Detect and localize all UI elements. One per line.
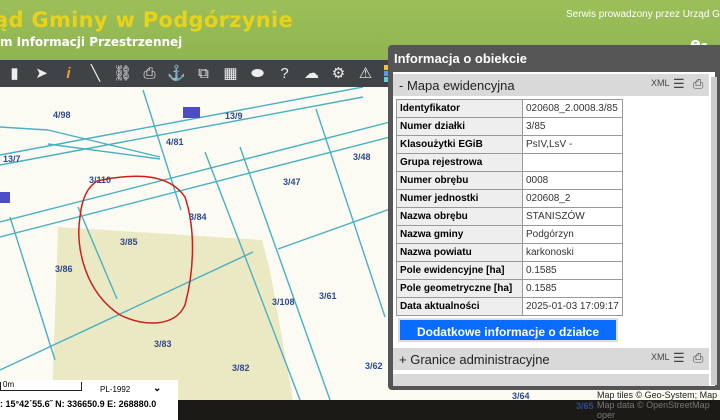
parcel-label: 3/84 (189, 212, 207, 222)
parcel-label: 3/47 (283, 177, 301, 187)
print-icon[interactable]: ⎙ (693, 76, 703, 92)
attribute-value (522, 153, 623, 172)
parcel-label: 4/98 (53, 110, 71, 120)
attribute-table: Identyfikator 020608_2.0008.3/85 Numer dzi… (396, 99, 623, 316)
parcel-label: 3/108 (272, 297, 295, 307)
attribution-data[interactable]: Map data © OpenStreetMap oper (597, 400, 720, 420)
attribute-name: Data aktualności (396, 297, 523, 316)
attribute-value: PsIV,LsV - (522, 135, 623, 154)
attribute-value: Podgórzyn (522, 225, 623, 244)
attribute-name: Numer obrębu (396, 171, 523, 190)
table-row: Identyfikator 020608_2.0008.3/85 (396, 99, 623, 118)
scale-bar: 0m (0, 381, 82, 391)
attribute-value: 0.1585 (522, 279, 623, 298)
parcel-label: 3/85 (120, 237, 138, 247)
section-granice-administracyjne[interactable]: + Granice administracyjne XML ☰ ⎙ (393, 348, 709, 370)
parcel-label: 3/83 (154, 339, 172, 349)
attribute-value: 020608_2.0008.3/85 (522, 99, 623, 118)
parcel-label: 3/65 (576, 401, 594, 411)
table-row: Nazwa powiatu karkonoski (396, 243, 623, 262)
help-icon[interactable]: ? (274, 63, 295, 84)
xml-icon[interactable]: XML (651, 352, 670, 362)
layout-icon[interactable]: ▦ (220, 63, 241, 84)
print-icon[interactable]: ⎙ (139, 63, 160, 84)
menu-icon[interactable]: ▮ (4, 63, 25, 84)
settings-icon[interactable]: ⚙ (328, 63, 349, 84)
site-subtitle: m Informacji Przestrzennej (0, 35, 183, 49)
compare-icon[interactable]: ⧉ (193, 63, 214, 84)
panel-body: - Mapa ewidencyjna XML ☰ ⎙ Identyfikator… (393, 72, 715, 386)
table-row: Numer działki 3/85 (396, 117, 623, 136)
xml-icon[interactable]: XML (651, 78, 670, 88)
attribute-name: Pole ewidencyjne [ha] (396, 261, 523, 280)
parcel-label: 3/86 (55, 264, 73, 274)
cloud-download-icon[interactable]: ☁ (301, 63, 322, 84)
attribute-value: 3/85 (522, 117, 623, 136)
attribute-value: 0008 (522, 171, 623, 190)
chevron-down-icon[interactable]: ⌄ (153, 383, 161, 394)
attribute-name: Pole geometryczne [ha] (396, 279, 523, 298)
table-row: Pole geometryczne [ha] 0.1585 (396, 279, 623, 298)
section-title: - Mapa ewidencyjna (399, 78, 515, 93)
table-row: Grupa rejestrowa (396, 153, 623, 172)
attribute-value: 0.1585 (522, 261, 623, 280)
attribute-name: Nazwa gminy (396, 225, 523, 244)
section-mapa-ewidencyjna[interactable]: - Mapa ewidencyjna XML ☰ ⎙ (393, 74, 709, 96)
warning-icon[interactable]: ⚠ (355, 63, 376, 84)
table-row: Data aktualności 2025-01-03 17:09:17 (396, 297, 623, 316)
list-icon[interactable]: ☰ (673, 350, 685, 366)
parcel-label: 3/82 (232, 363, 250, 373)
pointer-icon[interactable]: ➤ (31, 63, 52, 84)
info-icon[interactable]: i (58, 63, 79, 84)
object-info-panel: Informacja o obiekcie - Mapa ewidencyjna… (388, 45, 720, 390)
site-title: ąd Gminy w Podgórzynie (0, 8, 294, 32)
panel-title[interactable]: Informacja o obiekcie (394, 51, 527, 66)
attribute-value: 2025-01-03 17:09:17 (522, 297, 623, 316)
parcel-label: 13/7 (3, 154, 21, 164)
crs-select[interactable]: PL-1992 (100, 385, 130, 394)
parcel-label: 3/62 (365, 361, 383, 371)
cursor-coordinates: : 15°42´55.6˝ N: 336650.9 E: 268880.0 (0, 399, 157, 409)
attribute-name: Nazwa powiatu (396, 243, 523, 262)
table-row: Numer obrębu 0008 (396, 171, 623, 190)
parcel-label: 3/61 (319, 291, 337, 301)
more-info-button[interactable]: Dodatkowe informacje o działce (398, 318, 618, 342)
attribute-name: Numer działki (396, 117, 523, 136)
attribute-name: Nazwa obrębu (396, 207, 523, 226)
attribute-value: STANISZÓW (522, 207, 623, 226)
table-row: Klasoużytki EGiB PsIV,LsV - (396, 135, 623, 154)
table-row: Nazwa obrębu STANISZÓW (396, 207, 623, 226)
table-row: Pole ewidencyjne [ha] 0.1585 (396, 261, 623, 280)
parcel-label: 13/9 (225, 111, 243, 121)
shape-icon[interactable]: ⬬ (247, 63, 268, 84)
table-row: Numer jednostki 020608_2 (396, 189, 623, 208)
panel-scrollbar[interactable] (711, 77, 717, 385)
section-title: + Granice administracyjne (399, 352, 550, 367)
link-icon[interactable]: ⛓ (112, 63, 133, 84)
attribute-name: Grupa rejestrowa (396, 153, 523, 172)
attribute-name: Numer jednostki (396, 189, 523, 208)
anchor-icon[interactable]: ⚓ (166, 63, 187, 84)
attribute-value: karkonoski (522, 243, 623, 262)
attribution-tiles: Map tiles © Geo-System; Map (597, 390, 718, 400)
parcel-label: 3/48 (353, 152, 371, 162)
attribute-value: 020608_2 (522, 189, 623, 208)
service-note: Serwis prowadzony przez Urząd G (566, 9, 720, 20)
attribute-name: Klasoużytki EGiB (396, 135, 523, 154)
measure-icon[interactable]: ╲ (85, 63, 106, 84)
map-attribution: Map tiles © Geo-System; Map Map data © O… (597, 390, 720, 420)
print-icon[interactable]: ⎙ (693, 350, 703, 366)
attribute-name: Identyfikator (396, 99, 523, 118)
section-collapsed[interactable] (393, 374, 709, 386)
building-marker-icon (183, 107, 200, 118)
parcel-label: 3/110 (89, 175, 112, 185)
table-row: Nazwa gminy Podgórzyn (396, 225, 623, 244)
parcel-label: 4/81 (166, 137, 184, 147)
list-icon[interactable]: ☰ (673, 76, 685, 92)
